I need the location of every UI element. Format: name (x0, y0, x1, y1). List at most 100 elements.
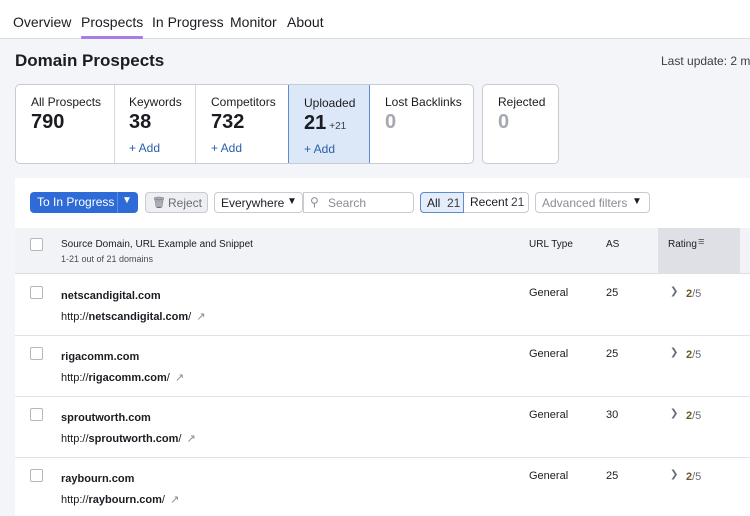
card-uploaded[interactable]: Uploaded 21 +21 + Add (288, 85, 370, 163)
rating-max: /5 (692, 471, 702, 483)
chevron-right-icon[interactable]: ❯ (670, 286, 678, 297)
table-row: raybourn.com http://raybourn.com/↗ Gener… (15, 458, 750, 516)
row-rating: 2/5 (686, 288, 701, 300)
filter-recent[interactable]: Recent 21 (465, 192, 530, 213)
search-icon: ⚲ (310, 195, 319, 209)
row-url[interactable]: http://sproutworth.com/ ↗ (61, 432, 196, 445)
card-lost-backlinks[interactable]: Lost Backlinks 0 (370, 85, 473, 163)
filter-all[interactable]: All 21 (420, 192, 464, 213)
url-prefix: http:// (61, 311, 89, 323)
row-domain[interactable]: rigacomm.com (61, 351, 139, 363)
row-domain[interactable]: sproutworth.com (61, 412, 151, 424)
filter-recent-count: 21 (511, 195, 525, 209)
card-label: Lost Backlinks (385, 95, 462, 109)
filter-all-label: All (427, 196, 441, 210)
table-row: sproutworth.com http://sproutworth.com/↗… (15, 397, 750, 458)
chevron-right-icon[interactable]: ❯ (670, 469, 678, 480)
url-domain: netscandigital.com (88, 311, 189, 323)
card-label: All Prospects (31, 95, 102, 109)
rating-max: /5 (692, 349, 702, 361)
url-prefix: http:// (61, 372, 89, 384)
chevron-down-icon[interactable]: ▼ (122, 195, 132, 206)
add-uploaded-link[interactable]: + Add (304, 142, 335, 156)
filter-all-count: 21 (447, 196, 461, 210)
row-checkbox[interactable] (30, 347, 43, 360)
external-link-icon[interactable]: ↗ (196, 311, 205, 323)
row-domain[interactable]: raybourn.com (61, 473, 134, 485)
external-link-icon[interactable]: ↗ (175, 372, 184, 384)
search-box[interactable]: ⚲ (303, 192, 414, 213)
tab-in-progress[interactable]: In Progress (152, 13, 224, 31)
rating-max: /5 (692, 410, 702, 422)
row-url-type: General (529, 470, 569, 482)
row-checkbox[interactable] (30, 408, 43, 421)
card-value: 21 +21 (304, 112, 346, 135)
url-suffix: / (178, 433, 182, 445)
to-in-progress-button[interactable]: To In Progress ▼ (30, 192, 138, 213)
table-header: Source Domain, URL Example and Snippet 1… (15, 228, 750, 274)
domain-count: 1-21 out of 21 domains (61, 254, 154, 264)
search-input[interactable] (328, 195, 408, 210)
stat-cards: All Prospects 790 Keywords 38 + Add Comp… (15, 84, 474, 164)
column-header-rating[interactable]: Rating ≡ (658, 228, 740, 274)
card-rejected[interactable]: Rejected 0 (482, 84, 559, 164)
row-as: 25 (606, 287, 619, 299)
row-checkbox[interactable] (30, 469, 43, 482)
row-url-type: General (529, 348, 569, 360)
card-label: Competitors (211, 95, 276, 109)
row-rating: 2/5 (686, 410, 701, 422)
tab-monitor[interactable]: Monitor (230, 13, 277, 31)
card-all-prospects[interactable]: All Prospects 790 (16, 85, 114, 163)
add-keywords-link[interactable]: + Add (129, 141, 160, 155)
scope-select[interactable]: Everywhere ▼ (214, 192, 303, 213)
tab-overview[interactable]: Overview (13, 13, 71, 31)
column-header-url-type[interactable]: URL Type (529, 239, 573, 250)
card-value: 732 (211, 111, 245, 133)
chevron-right-icon[interactable]: ❯ (670, 347, 678, 358)
row-url-type: General (529, 409, 569, 421)
card-delta: +21 (329, 121, 347, 132)
card-label: Rejected (498, 95, 546, 109)
url-domain: sproutworth.com (88, 433, 179, 445)
chevron-right-icon[interactable]: ❯ (670, 408, 678, 419)
card-label: Uploaded (304, 96, 356, 110)
url-prefix: http:// (61, 494, 89, 506)
card-label: Keywords (129, 95, 182, 109)
tab-prospects[interactable]: Prospects (81, 13, 144, 39)
trash-icon: 🗑 (152, 197, 166, 209)
add-competitors-link[interactable]: + Add (211, 141, 242, 155)
column-header-as[interactable]: AS (606, 239, 619, 250)
page-title: Domain Prospects (15, 51, 165, 70)
tab-about[interactable]: About (287, 13, 324, 31)
scope-value: Everywhere (221, 196, 285, 210)
advanced-filters-button[interactable]: Advanced filters ▼ (535, 192, 650, 213)
column-header-source: Source Domain, URL Example and Snippet (61, 239, 253, 250)
card-value: 0 (385, 111, 397, 133)
filter-segmented-control: All 21 Recent 21 (420, 192, 529, 213)
advanced-filters-label: Advanced filters (542, 196, 628, 210)
reject-button[interactable]: 🗑 Reject (145, 192, 208, 213)
select-all-checkbox[interactable] (30, 238, 43, 251)
external-link-icon[interactable]: ↗ (170, 494, 179, 506)
card-keywords[interactable]: Keywords 38 + Add (115, 85, 195, 163)
table-row: netscandigital.com http://netscandigital… (15, 275, 750, 336)
url-suffix: / (161, 494, 165, 506)
reject-label: Reject (168, 196, 203, 210)
filter-recent-label: Recent (470, 195, 509, 209)
last-update-text: Last update: 2 min (661, 54, 750, 68)
row-url-type: General (529, 287, 569, 299)
row-checkbox[interactable] (30, 286, 43, 299)
sort-icon: ≡ (698, 236, 705, 248)
row-domain[interactable]: netscandigital.com (61, 290, 161, 302)
card-competitors[interactable]: Competitors 732 + Add (196, 85, 288, 163)
row-as: 25 (606, 470, 619, 482)
to-in-progress-label: To In Progress (37, 195, 115, 209)
card-value: 790 (31, 111, 65, 133)
url-prefix: http:// (61, 433, 89, 445)
rating-header-label: Rating (668, 239, 697, 250)
row-url[interactable]: http://netscandigital.com/ ↗ (61, 310, 205, 323)
url-suffix: / (188, 311, 192, 323)
row-url[interactable]: http://raybourn.com/ ↗ (61, 493, 179, 506)
row-url[interactable]: http://rigacomm.com/ ↗ (61, 371, 184, 384)
external-link-icon[interactable]: ↗ (186, 433, 195, 445)
